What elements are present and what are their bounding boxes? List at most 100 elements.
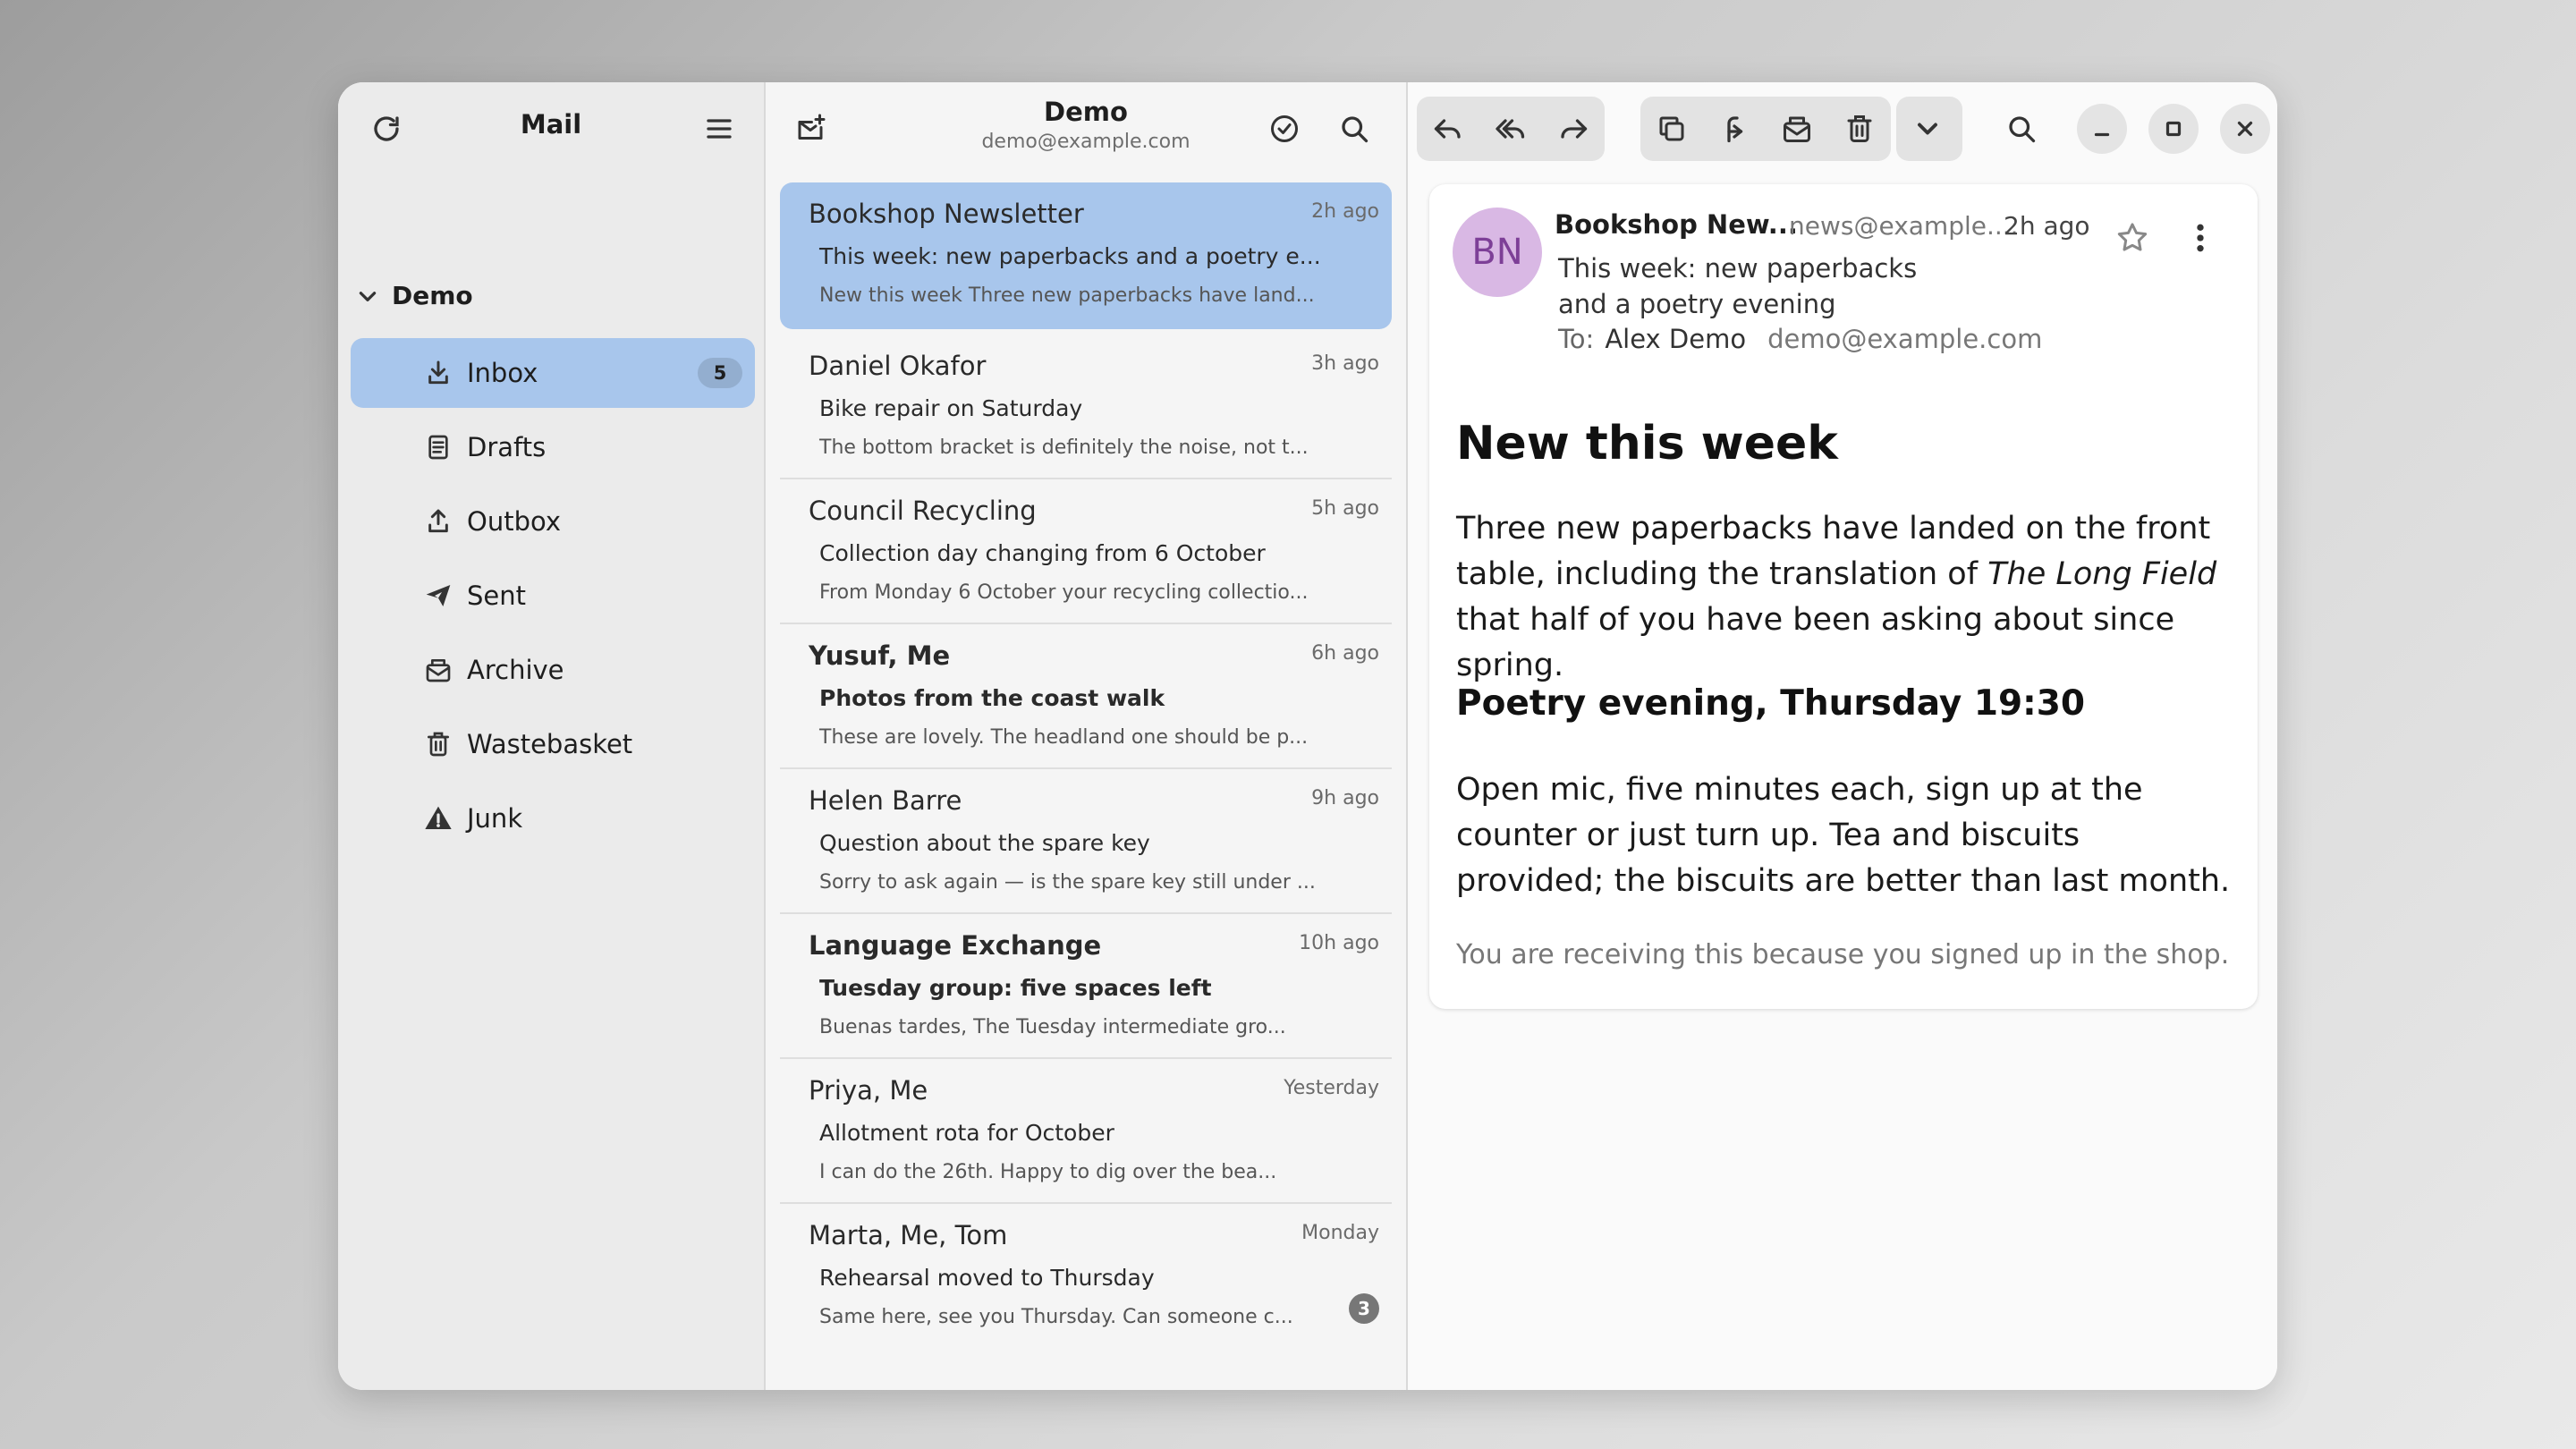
reply-all-icon [1496, 119, 1525, 139]
star-icon[interactable] [2114, 220, 2150, 256]
recipient-name: Alex Demo [1605, 324, 1747, 354]
message-subject: Tuesday group: five spaces left [819, 975, 1212, 1001]
message-list-pane: Demo demo@example.com Bookshop Newslette… [766, 82, 1408, 1390]
archive-button[interactable] [1766, 97, 1828, 161]
message-preview: These are lovely. The headland one shoul… [819, 726, 1309, 749]
more-actions-dropdown[interactable] [1896, 97, 1959, 161]
message-time: 3h ago [1311, 352, 1379, 375]
archive-icon [426, 659, 451, 682]
folder-drafts[interactable]: Drafts [351, 412, 755, 482]
to-label: To: [1558, 324, 1595, 354]
message-item-unread[interactable]: Yusuf, Me 6h ago Photos from the coast w… [780, 624, 1392, 769]
recipient-row: To: Alex Demo demo@example.com [1558, 324, 2042, 354]
folder-junk[interactable]: Junk [351, 784, 755, 853]
message-sender: Helen Barre [809, 785, 962, 816]
subject-line-2: and a poetry evening [1558, 289, 1836, 319]
message-item[interactable]: Marta, Me, Tom Monday Rehearsal moved to… [780, 1204, 1392, 1349]
message-sender: Council Recycling [809, 496, 1037, 526]
folder-sent[interactable]: Sent [351, 561, 755, 631]
folder-label: Inbox [467, 358, 538, 388]
reply-button-group [1417, 97, 1605, 161]
message-preview: From Monday 6 October your recycling col… [819, 581, 1309, 604]
select-messages-button[interactable] [1259, 104, 1309, 154]
body-paragraph-1: Three new paperbacks have landed on the … [1456, 506, 2234, 689]
close-icon [2237, 121, 2253, 137]
body-subheading: Poetry evening, Thursday 19:30 [1456, 683, 2085, 724]
reply-all-button[interactable] [1479, 97, 1542, 161]
subject-line-1: This week: new paperbacks [1558, 253, 1918, 284]
message-subject: Question about the spare key [819, 830, 1150, 856]
search-icon [2009, 116, 2036, 143]
message-time: 2h ago [2004, 211, 2090, 241]
message-list-header: Demo demo@example.com [766, 82, 1406, 175]
message-item[interactable]: Priya, Me Yesterday Allotment rota for O… [780, 1059, 1392, 1204]
message-time: 2h ago [1311, 200, 1379, 223]
search-message-button[interactable] [1996, 104, 2046, 154]
message-item-unread[interactable]: Language Exchange 10h ago Tuesday group:… [780, 914, 1392, 1059]
message-subject: Photos from the coast walk [819, 685, 1165, 711]
message-card: BN Bookshop New... news@example.... 2h a… [1429, 184, 2258, 1009]
message-subject: Bike repair on Saturday [819, 395, 1083, 421]
folder-outbox[interactable]: Outbox [351, 487, 755, 556]
para1-text-end: that half of you have been asking about … [1456, 602, 2175, 683]
reply-button[interactable] [1417, 97, 1479, 161]
message-item-selected[interactable]: Bookshop Newsletter 2h ago This week: ne… [780, 182, 1392, 329]
reply-icon [1434, 119, 1461, 139]
paper-plane-icon [426, 585, 451, 606]
message-subject: This week: new paperbacks and a poetry e… [819, 243, 1321, 269]
message-reader-pane: BN Bookshop New... news@example.... 2h a… [1408, 82, 2277, 1390]
sender-name: Bookshop New... [1555, 209, 1798, 240]
list-account-name: Demo [1044, 97, 1128, 127]
account-demo[interactable]: Demo [356, 281, 473, 310]
message-list: Bookshop Newsletter 2h ago This week: ne… [780, 182, 1392, 1349]
main-menu-button[interactable] [694, 104, 744, 154]
folder-list: Inbox 5 Drafts Outbox Sent Archive Waste… [351, 338, 755, 858]
folder-label: Sent [467, 580, 527, 611]
message-actions-group [1640, 97, 1891, 161]
maximize-button[interactable] [2148, 104, 2199, 154]
mail-window: Mail Demo Inbox 5 Drafts Outbox Sent Arc… [338, 82, 2277, 1390]
message-subject: Allotment rota for October [819, 1120, 1114, 1146]
move-button[interactable] [1703, 97, 1766, 161]
message-item[interactable]: Helen Barre 9h ago Question about the sp… [780, 769, 1392, 914]
forward-button[interactable] [1542, 97, 1605, 161]
trash-icon [1847, 115, 1872, 142]
more-options-icon[interactable] [2182, 220, 2218, 256]
copy-button[interactable] [1640, 97, 1703, 161]
search-icon [1342, 116, 1368, 143]
message-subject: Collection day changing from 6 October [819, 540, 1266, 566]
message-preview: Sorry to ask again — is the spare key st… [819, 871, 1316, 894]
maximize-icon [2165, 121, 2182, 137]
message-sender: Yusuf, Me [809, 640, 951, 671]
folder-archive[interactable]: Archive [351, 635, 755, 705]
message-sender: Language Exchange [809, 930, 1102, 961]
sender-email: news@example.... [1789, 211, 2019, 241]
copy-icon [1659, 116, 1684, 141]
folder-label: Wastebasket [467, 729, 633, 759]
body-paragraph-2: Open mic, five minutes each, sign up at … [1456, 772, 2231, 899]
message-sender: Marta, Me, Tom [809, 1220, 1008, 1250]
sender-avatar: BN [1453, 208, 1542, 297]
message-sender: Bookshop Newsletter [809, 199, 1084, 229]
unread-count-badge: 5 [698, 358, 742, 388]
minimize-button[interactable] [2077, 104, 2127, 154]
message-item[interactable]: Daniel Okafor 3h ago Bike repair on Satu… [780, 335, 1392, 479]
message-preview: Buenas tardes, The Tuesday intermediate … [819, 1016, 1286, 1038]
warning-icon [425, 806, 452, 829]
delete-button[interactable] [1828, 97, 1891, 161]
chevron-down-icon [1918, 123, 1937, 135]
trash-icon [428, 732, 449, 757]
message-preview: Same here, see you Thursday. Can someone… [819, 1306, 1293, 1328]
message-preview: I can do the 26th. Happy to dig over the… [819, 1161, 1277, 1183]
message-item[interactable]: Council Recycling 5h ago Collection day … [780, 479, 1392, 624]
minimize-icon [2094, 132, 2110, 137]
book-title: The Long Field [1987, 556, 2217, 592]
search-messages-button[interactable] [1329, 104, 1379, 154]
close-button[interactable] [2220, 104, 2270, 154]
folder-inbox[interactable]: Inbox 5 [351, 338, 755, 408]
more-actions-group [1896, 97, 1962, 161]
folder-wastebasket[interactable]: Wastebasket [351, 709, 755, 779]
message-time: 5h ago [1311, 497, 1379, 520]
message-sender: Daniel Okafor [809, 351, 987, 381]
folder-label: Drafts [467, 432, 547, 462]
